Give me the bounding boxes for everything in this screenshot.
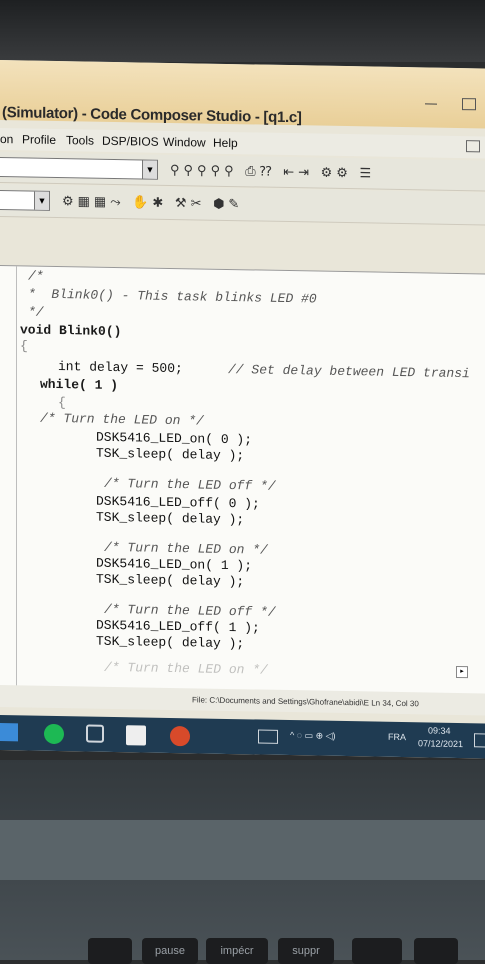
menu-profile[interactable]: Profile (22, 132, 56, 147)
brace-open: { (20, 338, 28, 354)
delay-declaration: int delay = 500; (58, 359, 183, 377)
minimize-button[interactable] (425, 103, 437, 105)
menu-dspbios[interactable]: DSP/BIOS (102, 134, 159, 149)
menu-tools[interactable]: Tools (66, 133, 94, 147)
while-brace: { (58, 395, 66, 411)
search-combo[interactable]: ▼ (0, 156, 158, 180)
sleep-2: TSK_sleep( delay ); (96, 509, 245, 528)
key-function (352, 938, 402, 964)
code-editor[interactable]: /* * Blink0() - This task blinks LED #0 … (0, 265, 485, 695)
windows-taskbar: ^ ◌ ▭ ⊕ ◁) FRA 09:34 07/12/2021 (0, 715, 485, 759)
sleep-1: TSK_sleep( delay ); (96, 445, 245, 464)
config-combo[interactable]: ▼ (0, 189, 50, 211)
build-tools-icons[interactable]: ⚙▦▦⤳ ✋✱ ⚒✂ ⬢✎ (62, 193, 243, 212)
tray-icons[interactable]: ^ ◌ ▭ ⊕ ◁) (290, 730, 336, 742)
key-print-screen: impécr (206, 938, 268, 964)
spotify-icon[interactable] (44, 723, 64, 745)
delay-comment: // Set delay between LED transi (228, 361, 470, 382)
status-text: File: C:\Documents and Settings\Ghofrane… (192, 695, 419, 709)
language-indicator[interactable]: FRA (388, 732, 406, 742)
hinge-strip (0, 820, 485, 880)
toolbar-2: ▼ ⚙▦▦⤳ ✋✱ ⚒✂ ⬢✎ (0, 184, 485, 226)
led-off-0: DSK5416_LED_off( 0 ); (96, 493, 260, 512)
window-title: (Simulator) - Code Composer Studio - [q1… (2, 104, 302, 127)
task-view-icon[interactable] (0, 723, 18, 742)
key-prev (88, 938, 132, 964)
clock-date[interactable]: 07/12/2021 (418, 738, 463, 749)
led-on-1: DSK5416_LED_on( 1 ); (96, 555, 253, 574)
notification-icon[interactable] (474, 733, 485, 748)
chrome-icon[interactable] (170, 725, 190, 747)
comment-open: /* (28, 268, 44, 284)
find-tools-icons[interactable]: ⚲⚲⚲⚲⚲ ⎙⁇ ⇤⇥ ⚙⚙ ☰ (170, 162, 375, 182)
menu-help[interactable]: Help (213, 136, 238, 150)
chevron-down-icon[interactable]: ▼ (34, 191, 49, 210)
menu-window[interactable]: Window (163, 135, 206, 150)
title-bar: (Simulator) - Code Composer Studio - [q1… (0, 60, 485, 129)
scroll-right-icon[interactable]: ▸ (456, 665, 468, 679)
screen: (Simulator) - Code Composer Studio - [q1… (0, 60, 485, 759)
photos-icon[interactable] (126, 725, 146, 746)
comment-led-off-0: /* Turn the LED off */ (104, 475, 276, 494)
comment-led-off-1: /* Turn the LED off */ (104, 601, 276, 620)
chevron-down-icon[interactable]: ▼ (142, 160, 157, 179)
comment-led-on-0: /* Turn the LED on */ (40, 410, 204, 429)
key-arrow (414, 938, 458, 964)
maximize-button[interactable] (462, 98, 476, 111)
clock-time[interactable]: 09:34 (428, 725, 451, 735)
comment-led-on-1: /* Turn the LED on */ (104, 539, 268, 558)
sleep-4: TSK_sleep( delay ); (96, 633, 245, 652)
key-pause: pause (142, 938, 198, 964)
key-delete: suppr (278, 938, 334, 964)
comment-led-on-2: /* Turn the LED on */ (104, 659, 268, 678)
keyboard-icon[interactable] (258, 729, 278, 744)
laptop-bezel (0, 0, 485, 62)
function-signature: void Blink0() (20, 322, 122, 340)
editor-gutter (16, 266, 17, 687)
while-statement: while( 1 ) (40, 376, 119, 394)
laptop-keyboard: pause impécr suppr (0, 760, 485, 964)
mdi-restore-button[interactable] (466, 140, 480, 153)
led-off-1: DSK5416_LED_off( 1 ); (96, 617, 260, 636)
sleep-3: TSK_sleep( delay ); (96, 571, 245, 590)
header-comment: * Blink0() - This task blinks LED #0 (28, 286, 317, 307)
led-on-0: DSK5416_LED_on( 0 ); (96, 429, 253, 448)
menu-project[interactable]: on (0, 132, 13, 146)
3d-viewer-icon[interactable] (86, 724, 104, 743)
comment-close: */ (28, 304, 44, 320)
